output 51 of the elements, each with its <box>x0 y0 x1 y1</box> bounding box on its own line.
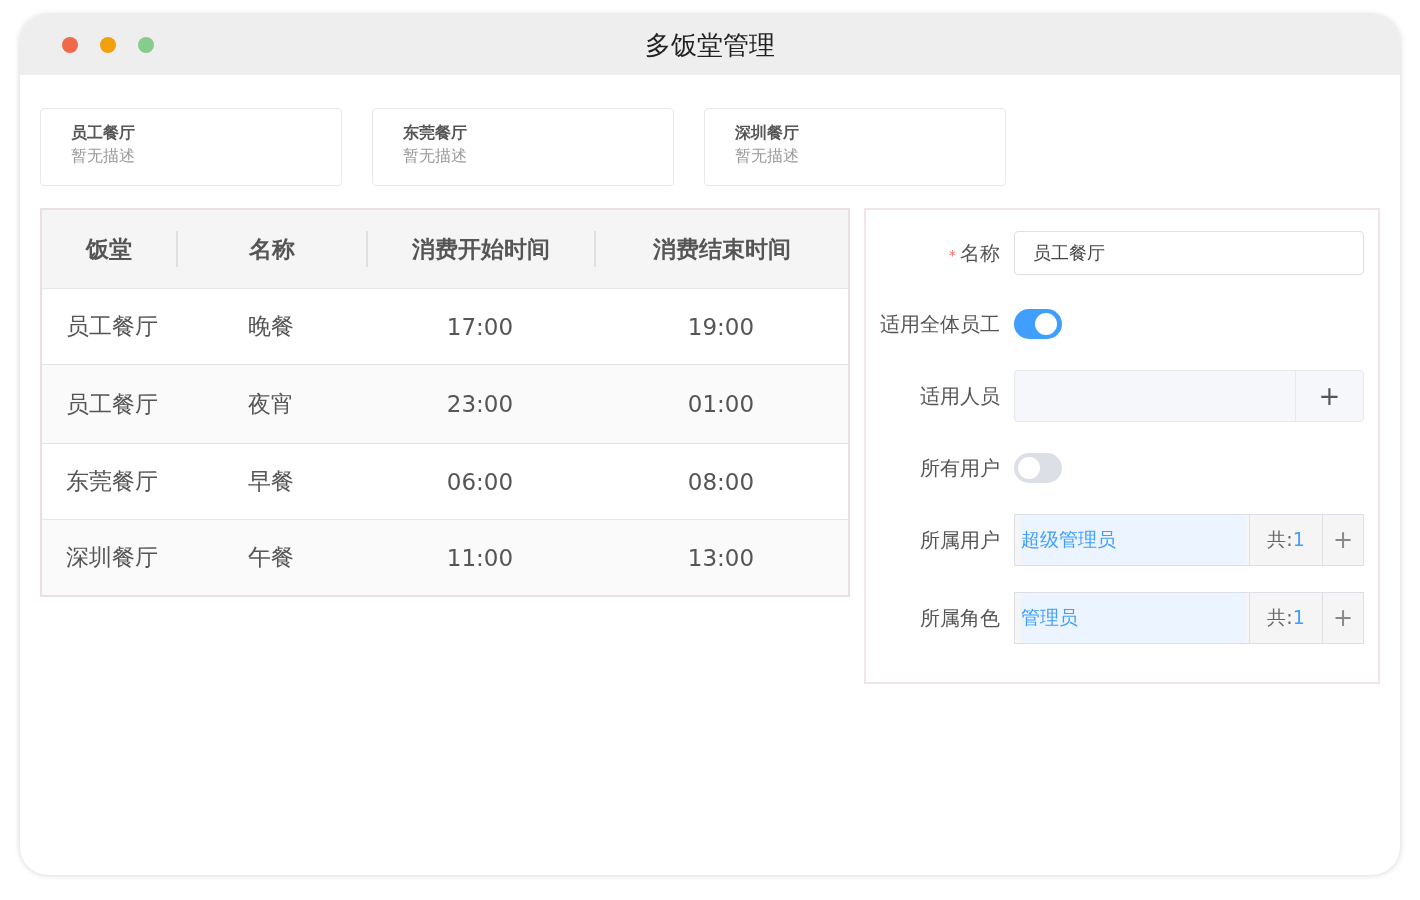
add-button[interactable]: + <box>1295 371 1363 421</box>
column-header: 消费结束时间 <box>594 231 848 267</box>
maximize-dot-icon[interactable] <box>138 37 154 53</box>
field-label: * 名称 <box>948 239 1000 267</box>
selected-tag: 超级管理员 <box>1021 515 1245 565</box>
people-field[interactable]: + <box>1014 370 1364 422</box>
field-label: 适用人员 <box>919 382 1000 410</box>
canteen-card[interactable]: 东莞餐厅 暂无描述 <box>372 108 674 186</box>
card-title: 员工餐厅 <box>71 123 136 144</box>
column-header: 饭堂 <box>84 235 133 264</box>
card-title: 东莞餐厅 <box>403 123 468 144</box>
picker-field[interactable]: 超级管理员 共:1 + <box>1014 514 1364 566</box>
table-cell-text: 11:00 <box>445 544 515 571</box>
count-label: 共:1 <box>1249 515 1322 565</box>
table-cell-text: 员工餐厅 <box>65 389 159 419</box>
field-label: 所属角色 <box>919 604 1000 632</box>
table-cell-text: 深圳餐厅 <box>65 543 159 572</box>
table-cell-text: 午餐 <box>247 543 295 572</box>
table-cell-text: 08:00 <box>686 468 756 495</box>
table-cell-text: 晚餐 <box>247 312 295 341</box>
table-cell-text: 员工餐厅 <box>65 312 159 341</box>
selected-tag: 管理员 <box>1021 593 1245 643</box>
count-label: 共:1 <box>1249 593 1322 643</box>
card-title: 深圳餐厅 <box>735 123 800 144</box>
toggle-switch[interactable] <box>1014 309 1062 339</box>
window-title: 多饭堂管理 <box>645 28 775 62</box>
canteen-card[interactable]: 深圳餐厅 暂无描述 <box>704 108 1006 186</box>
table-cell-text: 01:00 <box>686 391 756 417</box>
card-description: 暂无描述 <box>735 146 800 167</box>
toggle-switch[interactable] <box>1014 453 1062 483</box>
card-description: 暂无描述 <box>403 146 468 167</box>
column-header: 消费开始时间 <box>366 231 594 267</box>
table-cell-text: 19:00 <box>686 313 756 340</box>
table-cell-text: 早餐 <box>247 467 295 496</box>
table-cell-text: 东莞餐厅 <box>65 467 159 496</box>
table-cell-text: 23:00 <box>445 391 515 417</box>
canteen-card[interactable]: 员工餐厅 暂无描述 <box>40 108 342 186</box>
field-label: 所有用户 <box>919 454 1000 482</box>
picker-field[interactable]: 管理员 共:1 + <box>1014 592 1364 644</box>
column-header: 名称 <box>176 231 366 267</box>
table-cell-text: 17:00 <box>445 313 515 340</box>
name-field[interactable]: 员工餐厅 <box>1014 231 1364 275</box>
close-dot-icon[interactable] <box>62 37 78 53</box>
required-mark: * <box>949 246 956 263</box>
minimize-dot-icon[interactable] <box>100 37 116 53</box>
field-label: 所属用户 <box>919 526 1000 554</box>
table-cell-text: 13:00 <box>686 544 756 571</box>
card-description: 暂无描述 <box>71 146 136 167</box>
table-cell-text: 夜宵 <box>247 389 295 419</box>
table-cell-text: 06:00 <box>445 468 515 495</box>
field-label: 适用全体员工 <box>879 310 1000 338</box>
